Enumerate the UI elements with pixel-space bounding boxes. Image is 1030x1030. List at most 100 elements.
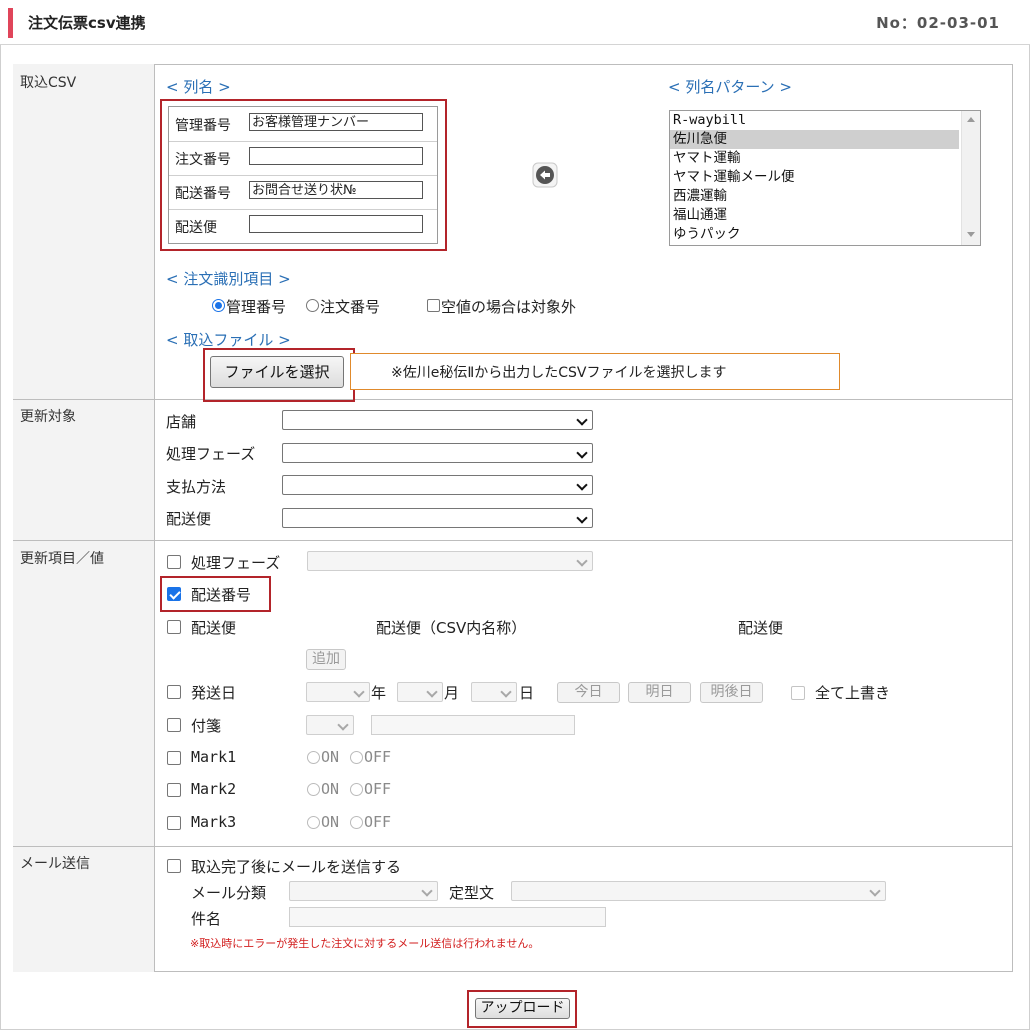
day-select[interactable] — [471, 682, 517, 702]
send-mail-checkbox[interactable] — [167, 859, 181, 873]
column-input-order-no[interactable] — [249, 147, 423, 165]
mark2-label: Mark2 — [191, 780, 237, 798]
pattern-option[interactable]: ヤマト運輸メール便 — [670, 168, 959, 187]
column-row: 注文番号 — [169, 141, 437, 176]
phase-checkbox[interactable] — [167, 555, 181, 569]
target-select-phase[interactable] — [282, 443, 593, 463]
upload-button[interactable]: アップロード — [475, 998, 570, 1019]
mark3-off-radio[interactable] — [350, 816, 363, 829]
mark2-checkbox[interactable] — [167, 783, 181, 797]
row-label-mail: メール送信 — [20, 856, 90, 872]
day-label: 日 — [519, 684, 535, 702]
column-label: 配送番号 — [175, 186, 231, 202]
target-label-phase: 処理フェーズ — [166, 445, 256, 463]
mark2-on-radio[interactable] — [307, 783, 320, 796]
tag-label: 付箋 — [191, 717, 222, 735]
file-heading-link[interactable]: < 取込ファイル > — [166, 329, 291, 350]
mark1-off-label: OFF — [364, 748, 392, 766]
pattern-heading-link[interactable]: < 列名パターン > — [668, 76, 792, 97]
carrier-csv-name-header: 配送便（CSV内名称） — [376, 619, 527, 637]
radio-mgmt-no[interactable] — [212, 299, 225, 312]
column-label: 注文番号 — [175, 152, 231, 168]
pattern-option[interactable]: 西濃運輸 — [670, 187, 959, 206]
column-input-delivery-no[interactable]: お問合せ送り状№ — [249, 181, 423, 199]
mark3-on-label: ON — [321, 813, 340, 831]
carrier-column-header: 配送便 — [738, 619, 784, 637]
mark1-off-radio[interactable] — [350, 751, 363, 764]
column-input-mgmt-no[interactable]: お客様管理ナンバー — [249, 113, 423, 131]
mark3-label: Mark3 — [191, 813, 237, 831]
phase-label: 処理フェーズ — [191, 554, 281, 572]
listbox-scrollbar[interactable] — [961, 111, 980, 245]
column-input-carrier[interactable] — [249, 215, 423, 233]
columns-heading-link[interactable]: < 列名 > — [166, 76, 231, 97]
overwrite-all-checkbox[interactable] — [791, 686, 805, 700]
year-select[interactable] — [306, 682, 370, 702]
order-id-heading-link[interactable]: < 注文識別項目 > — [166, 268, 291, 289]
mail-subject-input[interactable] — [289, 907, 606, 927]
mail-category-label: メール分類 — [191, 884, 267, 902]
label-column — [13, 64, 155, 972]
choose-file-button[interactable]: ファイルを選択 — [210, 356, 344, 388]
mail-template-select[interactable] — [511, 881, 886, 901]
pattern-option[interactable]: ヤマト運輸 — [670, 149, 959, 168]
phase-select[interactable] — [307, 551, 593, 571]
mark2-on-label: ON — [321, 780, 340, 798]
pattern-option[interactable]: R-waybill — [670, 111, 959, 130]
pattern-option[interactable]: 福山通運 — [670, 206, 959, 225]
radio-mgmt-no-label: 管理番号 — [226, 298, 287, 316]
ship-date-checkbox[interactable] — [167, 685, 181, 699]
column-label: 管理番号 — [175, 118, 231, 134]
row-divider — [13, 846, 1013, 847]
mark1-label: Mark1 — [191, 748, 237, 766]
skip-empty-checkbox[interactable] — [427, 299, 440, 312]
carrier-label: 配送便 — [191, 619, 237, 637]
row-label-update-target: 更新対象 — [20, 409, 76, 425]
title-accent-bar — [8, 8, 13, 38]
file-note-text: ※佐川e秘伝Ⅱから出力したCSVファイルを選択します — [391, 365, 727, 381]
target-label-carrier: 配送便 — [166, 510, 212, 528]
column-row: 配送番号 お問合せ送り状№ — [169, 175, 437, 210]
pattern-option[interactable]: ゆうパック — [670, 225, 959, 244]
tag-checkbox[interactable] — [167, 718, 181, 732]
mail-warning-text: ※取込時にエラーが発生した注文に対するメール送信は行われません。 — [190, 937, 540, 950]
mark3-checkbox[interactable] — [167, 816, 181, 830]
radio-order-no[interactable] — [306, 299, 319, 312]
tag-input[interactable] — [371, 715, 575, 735]
delivery-no-checkbox[interactable] — [167, 587, 181, 601]
arrow-left-icon[interactable] — [532, 162, 558, 188]
month-select[interactable] — [397, 682, 443, 702]
page-title: 注文伝票csv連携 — [28, 14, 146, 32]
page-header: 注文伝票csv連携 No：02-03-01 — [0, 0, 1030, 45]
target-select-payment[interactable] — [282, 475, 593, 495]
mark3-off-label: OFF — [364, 813, 392, 831]
mark2-off-radio[interactable] — [350, 783, 363, 796]
mail-template-label: 定型文 — [449, 884, 495, 902]
scroll-down-icon[interactable] — [967, 232, 975, 237]
column-pattern-listbox[interactable]: R-waybill 佐川急便 ヤマト運輸 ヤマト運輸メール便 西濃運輸 福山通運… — [669, 110, 981, 246]
mark1-on-label: ON — [321, 748, 340, 766]
mark3-on-radio[interactable] — [307, 816, 320, 829]
scroll-up-icon[interactable] — [967, 117, 975, 122]
today-button[interactable]: 今日 — [557, 682, 620, 703]
target-select-shop[interactable] — [282, 410, 593, 430]
row-label-import-csv: 取込CSV — [20, 75, 77, 91]
target-select-carrier[interactable] — [282, 508, 593, 528]
tag-select[interactable] — [306, 715, 354, 735]
target-label-shop: 店舗 — [166, 413, 197, 431]
row-divider — [13, 399, 1013, 400]
row-divider — [13, 540, 1013, 541]
tomorrow-button[interactable]: 明日 — [628, 682, 691, 703]
send-mail-label: 取込完了後にメールを送信する — [191, 858, 402, 876]
day-after-tomorrow-button[interactable]: 明後日 — [700, 682, 763, 703]
mark1-on-radio[interactable] — [307, 751, 320, 764]
column-mapping-table: 管理番号 お客様管理ナンバー 注文番号 配送番号 お問合せ送り状№ 配送便 — [168, 106, 438, 244]
pattern-option-selected[interactable]: 佐川急便 — [670, 130, 959, 149]
carrier-checkbox[interactable] — [167, 620, 181, 634]
mark2-off-label: OFF — [364, 780, 392, 798]
add-button[interactable]: 追加 — [306, 649, 346, 670]
mark1-checkbox[interactable] — [167, 751, 181, 765]
column-row: 管理番号 お客様管理ナンバー — [169, 107, 437, 142]
row-label-update-items: 更新項目／値 — [20, 551, 104, 567]
mail-category-select[interactable] — [289, 881, 438, 901]
